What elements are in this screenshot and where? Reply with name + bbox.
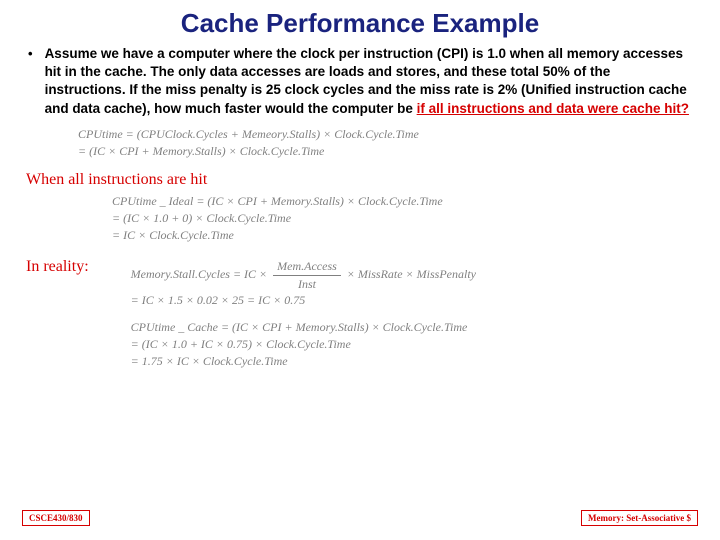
eq3-line4: = (IC × 1.0 + IC × 0.75) × Clock.Cycle.T… — [131, 336, 476, 353]
in-reality-section: In reality: Memory.Stall.Cycles = IC × M… — [24, 258, 696, 370]
footer-course-code: CSCE430/830 — [22, 510, 90, 526]
eq2-line3: = IC × Clock.Cycle.Time — [112, 227, 696, 244]
equation-ideal: CPUtime _ Ideal = (IC × CPI + Memory.Sta… — [112, 193, 696, 243]
eq1-line1: CPUtime = (CPUClock.Cycles + Memeory.Sta… — [78, 126, 696, 143]
subhead-ideal: When all instructions are hit — [26, 171, 696, 189]
eq3-line1: Memory.Stall.Cycles = IC × Mem.AccessIns… — [131, 258, 476, 293]
eq3-line3: CPUtime _ Cache = (IC × CPI + Memory.Sta… — [131, 319, 476, 336]
equation-cputime: CPUtime = (CPUClock.Cycles + Memeory.Sta… — [78, 126, 696, 160]
eq2-line2: = (IC × 1.0 + 0) × Clock.Cycle.Time — [112, 210, 696, 227]
eq3-l1-pre: Memory.Stall.Cycles = IC × — [131, 267, 271, 281]
eq1-line2: = (IC × CPI + Memory.Stalls) × Clock.Cyc… — [78, 143, 696, 160]
eq2-line1: CPUtime _ Ideal = (IC × CPI + Memory.Sta… — [112, 193, 696, 210]
bullet-marker: • — [28, 45, 33, 63]
eq3-line5: = 1.75 × IC × Clock.Cycle.Time — [131, 353, 476, 370]
problem-statement: • Assume we have a computer where the cl… — [28, 45, 692, 118]
slide-content: Cache Performance Example • Assume we ha… — [0, 0, 720, 540]
spacer — [131, 309, 476, 319]
eq3-line2: = IC × 1.5 × 0.02 × 25 = IC × 0.75 — [131, 292, 476, 309]
footer-topic: Memory: Set-Associative $ — [581, 510, 698, 526]
fraction-memaccess: Mem.AccessInst — [273, 258, 341, 293]
bullet-highlight: if all instructions and data were cache … — [417, 101, 689, 116]
equation-reality: Memory.Stall.Cycles = IC × Mem.AccessIns… — [131, 258, 476, 370]
subhead-reality: In reality: — [26, 258, 89, 276]
bullet-text: Assume we have a computer where the cloc… — [45, 45, 692, 118]
eq3-l1-post: × MissRate × MissPenalty — [344, 267, 476, 281]
slide-title: Cache Performance Example — [24, 8, 696, 39]
frac-den: Inst — [273, 276, 341, 293]
frac-num: Mem.Access — [273, 258, 341, 276]
